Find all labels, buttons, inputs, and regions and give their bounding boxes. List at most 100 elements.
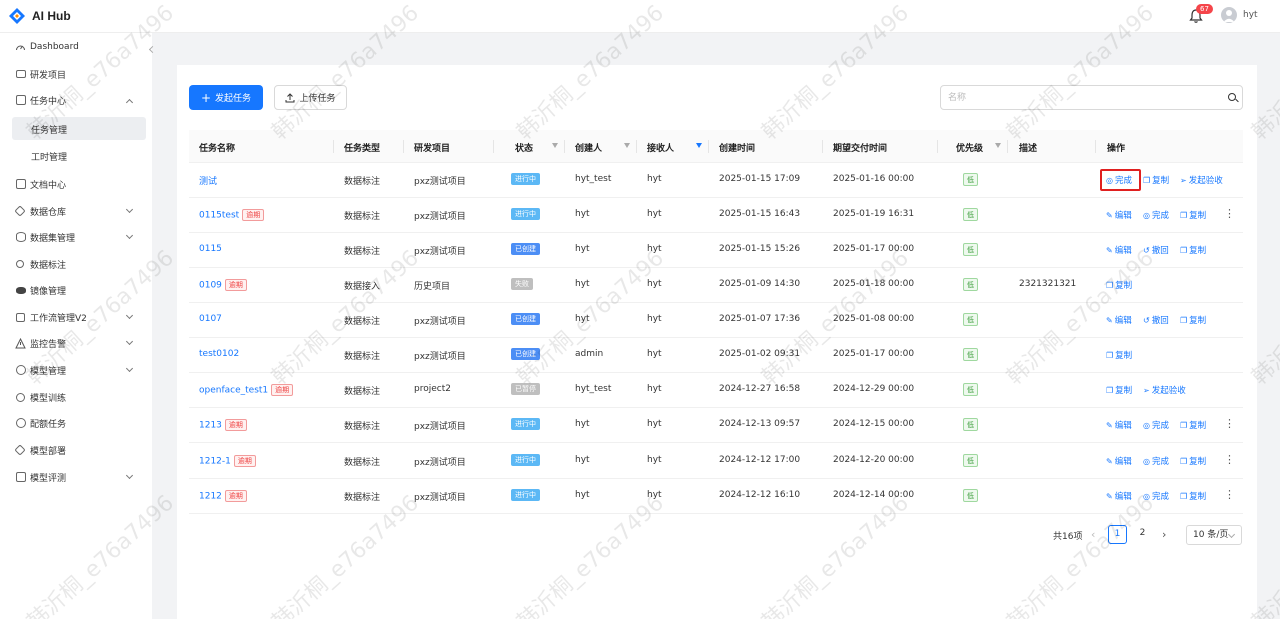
search-icon[interactable] [1228,93,1236,101]
sidebar-item-label: 工作流管理V2 [30,313,87,324]
receiver-cell: hyt [647,174,662,184]
sidebar-item-monitoring[interactable]: 监控告警 [0,331,152,355]
task-name-link[interactable]: 0107 [199,314,222,324]
copy-icon: ❐ [1180,315,1188,325]
creator-filter-icon[interactable] [624,143,630,148]
action-edit-button[interactable]: ✎ 编辑 [1106,314,1132,327]
action-edit-button[interactable]: ✎ 编辑 [1106,419,1132,432]
page-size-select[interactable]: 10 条/页 [1186,525,1242,545]
table-row: 0109 逾期 数据接入 历史项目 失败 hyt hyt 2025-01-09 14:30 20… [189,268,1243,303]
action-edit-button[interactable]: ✎ 编辑 [1106,209,1132,222]
sidebar-item-data-warehouse[interactable]: 数据仓库 [0,199,152,223]
action-copy-button[interactable]: ❐ 复制 [1180,455,1206,468]
sidebar-item-model-eval[interactable]: 模型评测 [0,465,152,489]
task-name-link[interactable]: 0115 [199,244,222,254]
sidebar-item-model-training[interactable]: 模型训练 [0,385,152,409]
col-receiver: 接收人 [647,144,675,154]
upload-task-label: 上传任务 [299,94,336,104]
creator-cell: hyt [575,455,590,465]
action-label: 编辑 [1114,421,1132,431]
priority-filter-icon[interactable] [995,143,1001,148]
action-edit-button[interactable]: ✎ 编辑 [1106,490,1132,503]
sidebar-item-dataset-management[interactable]: 数据集管理 [0,225,152,249]
sidebar-item-rd-projects[interactable]: 研发项目 [0,62,152,86]
action-send-button[interactable]: ➢ 发起验收 [1180,174,1223,187]
task-type-cell: 数据标注 [344,212,381,222]
sidebar-item-task-center[interactable]: 任务中心 [0,88,152,112]
action-edit-button[interactable]: ✎ 编辑 [1106,455,1132,468]
sidebar-item-quota-tasks[interactable]: 配额任务 [0,411,152,435]
action-copy-button[interactable]: ❐ 复制 [1180,244,1206,257]
task-name-link[interactable]: 0115test [199,211,239,221]
action-send-button[interactable]: ➢ 发起验收 [1143,384,1186,397]
upload-task-button[interactable]: 上传任务 [274,85,347,110]
creator-cell: hyt [575,244,590,254]
next-page-icon[interactable]: › [1162,528,1166,541]
action-copy-button[interactable]: ❐ 复制 [1180,490,1206,503]
action-label: 复制 [1115,351,1133,361]
action-copy-button[interactable]: ❐ 复制 [1180,314,1207,327]
task-name-cell: 1212 逾期 [199,490,247,502]
sidebar-item-image-management[interactable]: 镜像管理 [0,278,152,302]
task-name-link[interactable]: openface_test1 [199,386,268,396]
action-label: 撤回 [1151,316,1169,326]
action-label: 完成 [1151,492,1169,502]
create-task-button[interactable]: + 发起任务 [189,85,263,110]
page-2-button[interactable]: 2 [1133,525,1152,544]
action-check-circle-button[interactable]: ◎ 完成 [1143,455,1169,468]
status-filter-icon[interactable] [552,143,558,148]
status-badge: 已创建 [511,348,540,360]
sidebar-item-model-deploy[interactable]: 模型部署 [0,438,152,462]
action-label: 复制 [1189,316,1207,326]
action-copy-button[interactable]: ❐ 复制 [1106,384,1132,397]
more-actions-icon[interactable]: ⋮ [1224,207,1235,220]
upload-icon [285,92,295,102]
sidebar-item-time-management[interactable]: 工时管理 [12,144,146,167]
action-check-circle-button[interactable]: ◎ 完成 [1143,490,1169,503]
task-name-link[interactable]: test0102 [199,349,239,359]
task-name-link[interactable]: 测试 [199,177,217,187]
search-input[interactable] [948,91,1208,105]
action-check-circle-button[interactable]: ◎ 完成 [1143,419,1169,432]
prev-page-icon[interactable]: ‹ [1091,528,1095,541]
edit-icon: ✎ [1106,210,1113,220]
action-undo-button[interactable]: ↺ 撤回 [1143,244,1169,257]
chevron-down-icon [125,311,134,320]
col-status: 状态 [515,144,534,154]
priority-badge: 低 [963,313,978,326]
sidebar-item-docs[interactable]: 文档中心 [0,172,152,196]
task-name-link[interactable]: 1213 [199,421,222,431]
sidebar-item-data-annotation[interactable]: 数据标注 [0,252,152,276]
project-cell: pxz测试项目 [414,212,466,222]
sidebar-item-model-management[interactable]: 模型管理 [0,358,152,382]
created-time-cell: 2024-12-13 09:57 [719,419,801,429]
action-check-circle-button[interactable]: ◎ 完成 [1143,209,1169,222]
action-copy-button[interactable]: ❐ 复制 [1180,419,1206,432]
avatar[interactable] [1221,7,1237,23]
sidebar-item-workflow[interactable]: 工作流管理V2 [0,305,152,329]
action-undo-button[interactable]: ↺ 撤回 [1143,314,1169,327]
task-name-link[interactable]: 0109 [199,281,222,291]
chevron-up-icon [125,98,134,107]
action-copy-button[interactable]: ❐ 复制 [1180,209,1206,222]
page-1-button[interactable]: 1 [1108,525,1127,544]
action-edit-button[interactable]: ✎ 编辑 [1106,244,1132,257]
more-actions-icon[interactable]: ⋮ [1224,453,1235,466]
action-copy-button[interactable]: ❐ 复制 [1106,349,1133,362]
more-actions-icon[interactable]: ⋮ [1224,488,1235,501]
sidebar-item-dashboard[interactable]: Dashboard [0,35,152,59]
table-row: 1212-1 逾期 数据标注 pxz测试项目 进行中 hyt hyt 2024-12-12 1… [189,444,1243,479]
table-row: 0115 数据标注 pxz测试项目 已创建 hyt hyt 2025-01-15 15:26… [189,233,1243,268]
more-actions-icon[interactable]: ⋮ [1224,417,1235,430]
app-logo[interactable]: AI Hub [8,7,71,25]
receiver-filter-icon[interactable] [696,143,702,148]
col-task-name: 任务名称 [199,144,236,154]
sidebar-item-task-management[interactable]: 任务管理 [12,117,146,140]
username[interactable]: hyt [1243,10,1258,20]
chevron-down-icon [125,471,134,480]
action-copy-button[interactable]: ❐ 复制 [1143,174,1169,187]
task-name-link[interactable]: 1212-1 [199,457,231,467]
task-icon [16,95,26,105]
task-name-link[interactable]: 1212 [199,492,222,502]
action-copy-button[interactable]: ❐ 复制 [1106,279,1132,292]
